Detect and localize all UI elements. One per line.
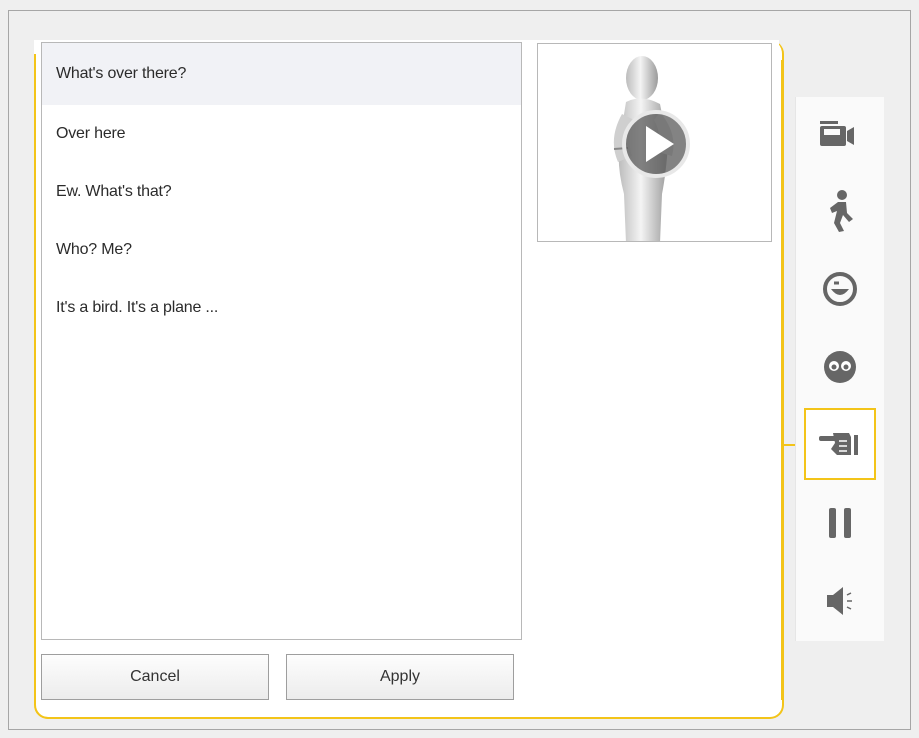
smile-face-icon [823,272,857,306]
pointing-hand-icon [819,433,858,455]
animation-toolbar [795,97,884,641]
walk-icon [830,190,853,232]
list-item[interactable]: Who? Me? [42,221,521,279]
list-item[interactable]: Over here [42,105,521,163]
animation-preview[interactable] [537,43,772,242]
character-figure [613,56,690,241]
list-item-label: Ew. What's that? [56,183,172,200]
list-item-label: What's over there? [56,65,187,82]
list-item-label: It's a bird. It's a plane ... [56,299,219,316]
cancel-button[interactable]: Cancel [41,654,269,700]
eyes-tool[interactable] [804,331,876,403]
accent-line [781,60,783,700]
list-item[interactable]: What's over there? [42,43,521,105]
list-item-label: Who? Me? [56,241,132,258]
apply-button[interactable]: Apply [286,654,514,700]
gesture-tool[interactable] [804,408,876,480]
pause-tool[interactable] [804,487,876,559]
eyes-face-icon [824,351,856,383]
pause-icon [829,508,851,538]
camera-tool[interactable] [804,97,876,169]
list-item-label: Over here [56,125,126,142]
sound-tool[interactable] [804,565,876,637]
list-item[interactable]: It's a bird. It's a plane ... [42,279,521,337]
camera-icon [820,121,854,146]
speaker-icon [827,587,852,615]
list-item[interactable]: Ew. What's that? [42,163,521,221]
expression-tool[interactable] [804,253,876,325]
walk-tool[interactable] [804,175,876,247]
phrase-list: What's over there? Over here Ew. What's … [41,42,522,640]
